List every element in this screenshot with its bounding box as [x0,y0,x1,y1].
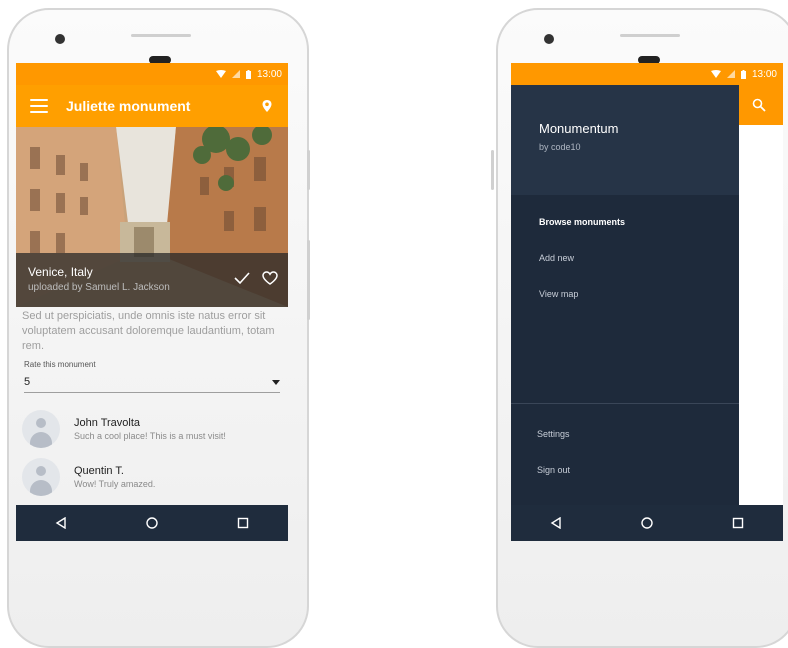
home-icon[interactable] [146,517,158,529]
list-item[interactable]: John Travolta Such a cool place! This is… [16,405,288,453]
search-icon[interactable] [752,98,766,112]
chevron-down-icon [272,379,280,385]
power-button [491,150,494,190]
wifi-icon [710,70,721,78]
front-camera [544,34,554,44]
drawer-item-sign-out[interactable]: Sign out [537,465,570,475]
system-nav-bar [16,505,288,541]
navigation-drawer: Monumentum by code10 Browse monuments Ad… [511,85,739,505]
avatar [22,410,60,448]
monument-description: Sed ut perspiciatis, unde omnis iste nat… [22,310,275,352]
comment-list: John Travolta Such a cool place! This is… [16,405,288,501]
wifi-icon [215,70,226,78]
comment-author: Quentin T. [74,465,124,477]
back-icon[interactable] [55,517,67,529]
recents-icon[interactable] [237,517,249,529]
drawer-header: Monumentum by code10 [511,85,739,195]
caption-actions [234,271,278,285]
heart-icon[interactable] [262,271,278,285]
signal-icon [726,70,735,78]
comment-text: Wow! Truly amazed. [74,479,156,489]
status-time: 13:00 [751,68,777,80]
left-screen: 13:00 Juliette monument Venice, Italy up… [16,63,288,541]
home-icon[interactable] [641,517,653,529]
system-nav-bar [511,505,783,541]
drawer-divider [511,403,739,404]
list-item[interactable]: Quentin T. Wow! Truly amazed. [16,453,288,501]
earpiece-line [620,34,680,37]
status-bar: 13:00 [16,63,288,85]
photo-caption: Venice, Italy uploaded by Samuel L. Jack… [16,253,288,307]
location-pin-icon[interactable] [260,99,274,113]
battery-icon [740,69,746,79]
volume-button [307,240,310,320]
battery-icon [245,69,251,79]
front-camera [55,34,65,44]
app-author: by code10 [539,142,581,152]
right-screen: 13:00 Monumentum by code10 Browse monume… [511,63,783,541]
recents-icon[interactable] [732,517,744,529]
menu-icon[interactable] [30,99,48,113]
drawer-item-browse-monuments[interactable]: Browse monuments [539,217,625,227]
status-bar: 13:00 [511,63,783,85]
rating-value: 5 [24,376,31,388]
app-name: Monumentum [539,121,619,136]
monument-photo[interactable]: Venice, Italy uploaded by Samuel L. Jack… [16,127,288,307]
page-title: Juliette monument [66,98,191,114]
rating-select[interactable]: 5 [24,372,280,393]
app-bar [735,85,783,125]
status-time: 13:00 [256,68,282,80]
check-icon[interactable] [234,271,250,285]
comment-text: Such a cool place! This is a must visit! [74,431,226,441]
signal-icon [231,70,240,78]
comment-author: John Travolta [74,417,141,429]
drawer-item-add-new[interactable]: Add new [539,253,574,263]
avatar [22,458,60,496]
rating-label: Rate this monument [24,360,96,369]
app-bar: Juliette monument [16,85,288,127]
drawer-item-settings[interactable]: Settings [537,429,570,439]
earpiece-line [131,34,191,37]
power-button [307,150,310,190]
back-icon[interactable] [550,517,562,529]
drawer-item-view-map[interactable]: View map [539,289,578,299]
